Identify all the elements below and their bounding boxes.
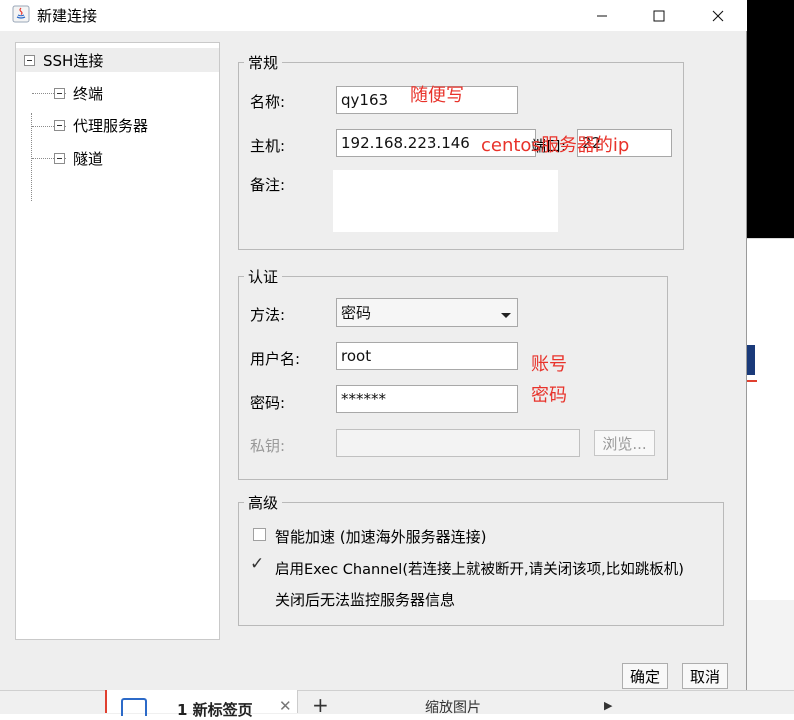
chevron-down-icon — [501, 313, 511, 318]
browser-tab-new[interactable]: 1 新标签页 ✕ — [105, 690, 298, 719]
collapse-icon[interactable] — [54, 87, 65, 99]
tree-item-terminal[interactable]: 终端 — [54, 81, 103, 105]
password-label: 密码: — [250, 394, 286, 412]
background-blue-glyph — [747, 345, 755, 375]
tree-item-label: 终端 — [73, 84, 104, 103]
annotation-name-hint: 随便写 — [410, 85, 464, 106]
exec-channel-label: 启用Exec Channel(若连接上就被断开,请关闭该项,比如跳板机) — [275, 562, 684, 578]
maximize-icon — [653, 10, 665, 21]
menu-item-zoom-image[interactable]: 缩放图片 — [425, 697, 481, 717]
private-key-input[interactable] — [336, 429, 580, 457]
method-select[interactable]: 密码 — [336, 298, 518, 327]
tree-item-label: 隧道 — [73, 149, 104, 168]
ok-button[interactable]: 确定 — [622, 663, 668, 689]
folder-icon — [121, 698, 147, 716]
method-select-value: 密码 — [341, 304, 372, 322]
title-bar: 新建连接 — [0, 0, 747, 31]
close-icon — [712, 10, 724, 21]
tree-item-proxy[interactable]: 代理服务器 — [54, 113, 148, 137]
note-label: 备注: — [250, 176, 286, 194]
exec-channel-note: 关闭后无法监控服务器信息 — [275, 591, 456, 609]
tree-item-tunnel[interactable]: 隧道 — [54, 146, 103, 170]
new-connection-dialog: 新建连接 SSH连接 终端 代理服务器 隧道 常规 名称: qy163 随便写 … — [0, 0, 747, 690]
collapse-icon[interactable] — [54, 152, 65, 164]
smart-accelerate-label: 智能加速 (加速海外服务器连接) — [275, 528, 487, 546]
username-input[interactable]: root — [336, 342, 518, 370]
tree-item-label: SSH连接 — [43, 51, 104, 70]
java-app-icon — [12, 5, 30, 23]
annotation-user-hint: 账号 — [531, 354, 567, 375]
username-label: 用户名: — [250, 350, 301, 368]
auth-legend: 认证 — [248, 268, 279, 286]
maximize-button[interactable] — [631, 0, 687, 31]
minimize-icon — [597, 15, 607, 16]
browse-button[interactable]: 浏览... — [594, 430, 655, 456]
close-button[interactable] — [690, 0, 746, 31]
note-textarea[interactable] — [333, 170, 558, 232]
tree-item-ssh[interactable]: SSH连接 — [16, 48, 219, 72]
background-gray-panel — [747, 600, 794, 690]
tree-item-label: 代理服务器 — [73, 116, 149, 135]
collapse-icon[interactable] — [54, 119, 65, 131]
method-label: 方法: — [250, 306, 286, 324]
submenu-arrow-icon: ▶ — [604, 699, 613, 712]
settings-tree: SSH连接 终端 代理服务器 隧道 — [15, 42, 220, 640]
smart-accelerate-checkbox[interactable] — [253, 528, 266, 541]
background-divider — [747, 238, 794, 239]
background-dark-panel — [747, 0, 794, 238]
browser-tab-label: 1 新标签页 — [177, 701, 253, 719]
minimize-button[interactable] — [574, 0, 630, 31]
tab-close-icon[interactable]: ✕ — [279, 697, 292, 715]
password-input[interactable]: ****** — [336, 385, 518, 413]
annotation-host-hint: centos服务器的ip — [481, 135, 630, 156]
private-key-label: 私钥: — [250, 437, 286, 455]
general-legend: 常规 — [248, 54, 279, 72]
window-title: 新建连接 — [37, 7, 98, 25]
cancel-button[interactable]: 取消 — [682, 663, 728, 689]
name-label: 名称: — [250, 93, 286, 111]
host-label: 主机: — [250, 137, 286, 155]
advanced-legend: 高级 — [248, 494, 279, 512]
exec-channel-checkbox[interactable]: ✓ — [250, 556, 264, 573]
collapse-icon[interactable] — [24, 54, 35, 66]
annotation-password-hint: 密码 — [531, 385, 567, 406]
new-tab-plus-icon[interactable]: + — [312, 693, 329, 717]
